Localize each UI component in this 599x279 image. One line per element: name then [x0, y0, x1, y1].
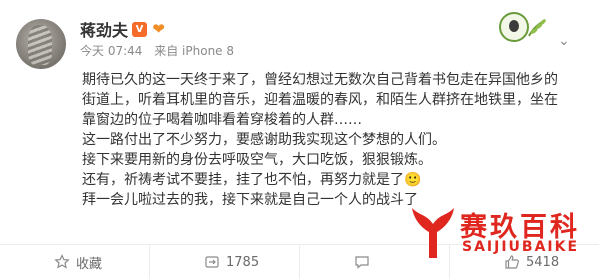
- post-timestamp[interactable]: 今天 07:44: [80, 44, 142, 58]
- like-button[interactable]: 5418: [450, 245, 599, 279]
- comment-icon: [355, 256, 369, 269]
- leaf-wreath-icon: [528, 19, 546, 37]
- watermark-title: 赛玖百科: [460, 212, 580, 243]
- post-source: 来自 iPhone 8: [154, 44, 235, 58]
- star-icon: [54, 254, 70, 269]
- author-avatar[interactable]: [16, 19, 66, 69]
- repost-button[interactable]: 1785: [150, 245, 300, 279]
- member-emblem[interactable]: [497, 12, 552, 42]
- post-paragraph: 这一路付出了不少努力，要感谢助我实现这个梦想的人们。: [82, 132, 446, 148]
- author-name[interactable]: 蒋劲夫: [80, 17, 128, 41]
- like-count: 5418: [526, 254, 560, 270]
- post-paragraph: 接下来要用新的身份去呼吸空气，大口吃饭，狠狠锻炼。: [82, 152, 432, 168]
- post-paragraph: 拜一会儿啦过去的我，接下来就是自己一个人的战斗了: [82, 192, 418, 208]
- chevron-down-icon[interactable]: ⌄: [558, 33, 570, 49]
- heart-badge-icon[interactable]: ❤: [151, 21, 166, 37]
- post-content: 期待已久的这一天终于来了，曾经幻想过无数次自己背着书包走在异国他乡的街道上，听着…: [82, 70, 562, 210]
- vip-badge-icon[interactable]: V: [132, 21, 148, 37]
- post-paragraph: 期待已久的这一天终于来了，曾经幻想过无数次自己背着书包走在异国他乡的街道上，听着…: [82, 72, 558, 128]
- repost-icon: [205, 256, 219, 268]
- thumbs-up-icon: [505, 255, 519, 269]
- post-paragraph: 还有，祈祷考试不要挂，挂了也不怕，再努力就是了🙂: [82, 172, 422, 188]
- favorite-button[interactable]: 收藏: [0, 245, 150, 279]
- comment-button[interactable]: [300, 245, 450, 279]
- favorite-label: 收藏: [76, 256, 103, 272]
- post-meta: 今天 07:44 来自 iPhone 8: [80, 42, 242, 59]
- author-row: 蒋劲夫 V ❤: [80, 17, 166, 41]
- repost-count: 1785: [226, 254, 260, 270]
- action-bar: 收藏 1785 5418: [0, 245, 599, 279]
